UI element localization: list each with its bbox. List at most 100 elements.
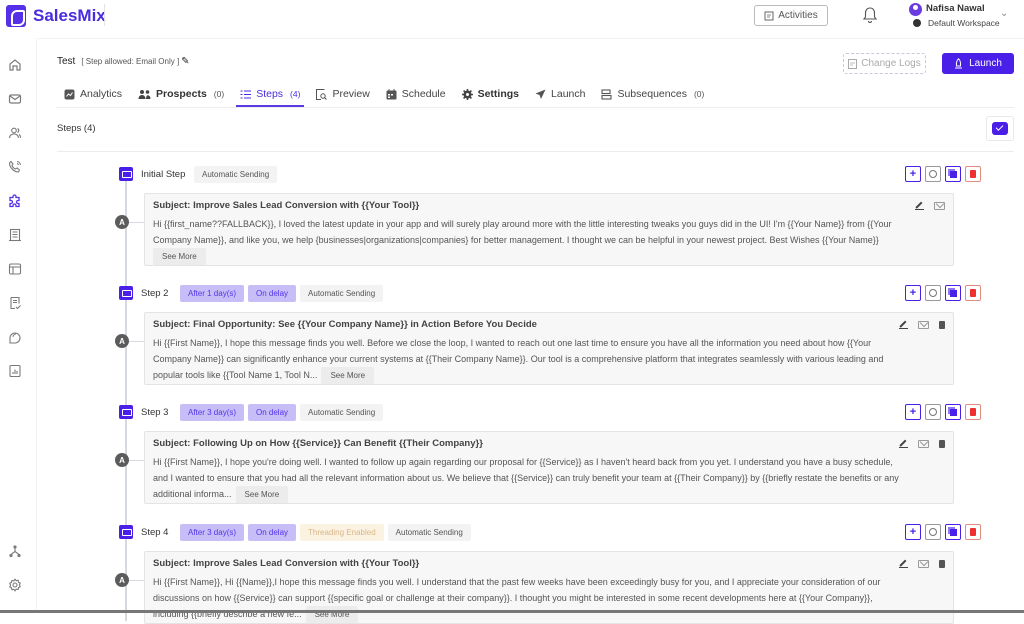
email-card[interactable]: Subject: Final Opportunity: See {{Your C… [144, 312, 954, 385]
tab-steps[interactable]: Steps (4) [232, 81, 308, 107]
campaign-name: Test [57, 56, 76, 67]
chat-icon[interactable] [8, 330, 22, 344]
tab-settings[interactable]: Settings [454, 81, 527, 107]
tab-preview[interactable]: Preview [308, 81, 377, 107]
activities-icon [764, 11, 774, 20]
see-more-button[interactable]: See More [235, 486, 289, 503]
report-icon[interactable] [8, 364, 22, 378]
steps-divider [57, 151, 1014, 152]
email-step-icon [119, 405, 133, 419]
delete-variant-icon[interactable] [939, 559, 945, 568]
send-test-mail-icon[interactable] [934, 201, 945, 210]
hierarchy-icon[interactable] [8, 544, 22, 558]
variant-a-node[interactable]: A [115, 573, 129, 587]
change-logs-button[interactable]: Change Logs [843, 53, 926, 74]
step-3: Step 3 After 3 day(s) On delay Automatic S… [115, 404, 981, 504]
duplicate-step-button[interactable] [945, 285, 961, 301]
email-actions [899, 559, 945, 568]
email-card[interactable]: Subject: Improve Sales Lead Conversion w… [144, 551, 954, 624]
tabs-divider [56, 107, 1014, 108]
step-actions: + [905, 404, 981, 420]
variant-a-node[interactable]: A [115, 215, 129, 229]
chevron-down-icon[interactable]: ⌄ [1000, 8, 1008, 19]
mail-icon[interactable] [8, 92, 22, 106]
add-step-button[interactable]: + [905, 166, 921, 182]
phone-icon[interactable] [8, 160, 22, 174]
delete-step-button[interactable] [965, 404, 981, 420]
email-step-icon [119, 167, 133, 181]
avatar [909, 3, 922, 16]
pause-step-button[interactable] [925, 524, 941, 540]
activities-button[interactable]: Activities [754, 5, 828, 26]
email-body: Hi {{first_name??FALLBACK}}, I loved the… [153, 216, 945, 265]
edit-icon[interactable] [915, 201, 924, 210]
rocket-icon [955, 58, 963, 69]
tab-launch[interactable]: Launch [527, 81, 593, 107]
see-more-button[interactable]: See More [305, 606, 359, 623]
add-step-button[interactable]: + [905, 285, 921, 301]
pause-step-button[interactable] [925, 404, 941, 420]
tab-analytics[interactable]: Analytics [56, 81, 130, 107]
delete-variant-icon[interactable] [939, 439, 945, 448]
copy-icon [949, 528, 957, 536]
variant-a-node[interactable]: A [115, 334, 129, 348]
send-test-mail-icon[interactable] [918, 320, 929, 329]
duplicate-step-button[interactable] [945, 404, 961, 420]
edit-icon[interactable] [899, 439, 908, 448]
copy-icon [949, 408, 957, 416]
building-icon[interactable] [8, 228, 22, 242]
step-actions: + [905, 524, 981, 540]
pause-step-button[interactable] [925, 166, 941, 182]
table-icon[interactable] [8, 262, 22, 276]
delete-step-button[interactable] [965, 166, 981, 182]
launch-button[interactable]: Launch [942, 53, 1014, 74]
step-header: Initial Step Automatic Sending + [118, 166, 981, 184]
badge-automatic-sending: Automatic Sending [300, 285, 384, 302]
see-more-button[interactable]: See More [153, 248, 206, 265]
send-test-mail-icon[interactable] [918, 439, 929, 448]
email-actions [915, 201, 945, 210]
badge-delay: After 3 day(s) [180, 404, 245, 421]
variant-a-node[interactable]: A [115, 453, 129, 467]
settings-icon[interactable] [8, 578, 22, 592]
users-icon[interactable] [8, 126, 22, 140]
brand-name: SalesMix [33, 6, 106, 25]
document-check-icon[interactable] [8, 296, 22, 310]
edit-icon[interactable] [899, 559, 908, 568]
pause-icon [929, 289, 937, 297]
email-card[interactable]: Subject: Following Up on How {{Service}}… [144, 431, 954, 504]
tab-subsequences[interactable]: Subsequences (0) [593, 81, 712, 107]
change-logs-label: Change Logs [861, 58, 921, 69]
edit-pencil-icon[interactable]: ✎ [181, 56, 189, 67]
email-subject: Subject: Improve Sales Lead Conversion w… [153, 558, 420, 569]
add-email-step-button[interactable] [986, 116, 1014, 141]
add-step-button[interactable]: + [905, 404, 921, 420]
schedule-icon [386, 88, 397, 99]
add-step-button[interactable]: + [905, 524, 921, 540]
puzzle-icon[interactable] [8, 194, 22, 208]
delete-variant-icon[interactable] [939, 320, 945, 329]
workspace-name: Default Workspace [928, 18, 1000, 28]
pause-icon [929, 528, 937, 536]
duplicate-step-button[interactable] [945, 524, 961, 540]
badge-automatic-sending: Automatic Sending [387, 524, 471, 541]
sidebar [0, 38, 37, 613]
home-icon[interactable] [8, 58, 22, 72]
duplicate-step-button[interactable] [945, 166, 961, 182]
notification-bell-icon[interactable] [863, 6, 877, 24]
email-body: Hi {{First Name}}, I hope this message f… [153, 335, 945, 384]
tab-schedule[interactable]: Schedule [378, 81, 454, 107]
send-test-mail-icon[interactable] [918, 559, 929, 568]
logo[interactable]: SalesMix [6, 5, 106, 27]
see-more-button[interactable]: See More [321, 367, 375, 384]
tab-prospects[interactable]: Prospects (0) [130, 81, 232, 107]
analytics-icon [64, 89, 75, 99]
badge-delay: On delay [248, 285, 297, 302]
delete-step-button[interactable] [965, 285, 981, 301]
divider [104, 4, 105, 26]
delete-step-button[interactable] [965, 524, 981, 540]
edit-icon[interactable] [899, 320, 908, 329]
step-4: Step 4 After 3 day(s) On delay Threading E… [115, 524, 981, 624]
email-card[interactable]: Subject: Improve Sales Lead Conversion w… [144, 193, 954, 266]
pause-step-button[interactable] [925, 285, 941, 301]
